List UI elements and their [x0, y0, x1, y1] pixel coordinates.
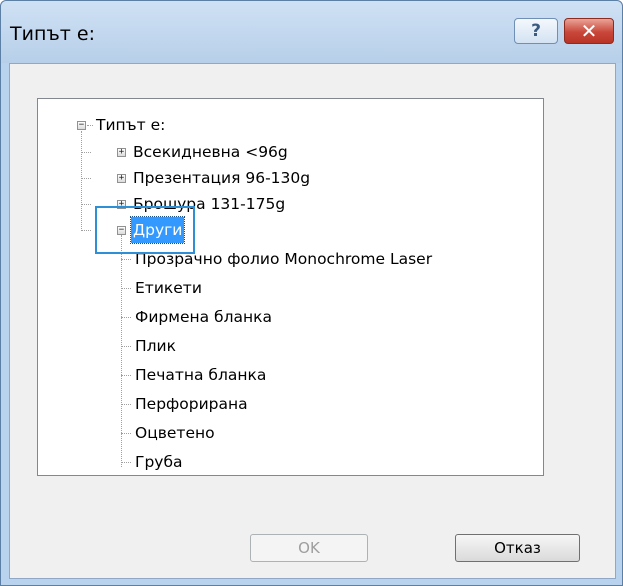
tree-child-label: Етикети — [135, 279, 202, 297]
tree-child-item[interactable]: Етикети — [133, 275, 204, 301]
tree-item-label: Презентация 96-130g — [133, 169, 311, 187]
paper-type-tree[interactable]: − Типът е: + Всекидневна <96g + Презента… — [37, 98, 544, 476]
expand-icon[interactable]: + — [117, 174, 126, 183]
dialog-client-area: − Типът е: + Всекидневна <96g + Презента… — [9, 63, 616, 579]
tree-line — [81, 131, 82, 231]
highlight-callout — [95, 206, 195, 254]
tree-line — [121, 433, 131, 434]
tree-line — [121, 404, 131, 405]
tree-root[interactable]: Типът е: — [94, 112, 167, 138]
tree-child-item[interactable]: Печатна бланка — [133, 362, 268, 388]
tree-child-item[interactable]: Плик — [133, 333, 178, 359]
tree-child-label: Перфорирана — [135, 395, 248, 413]
tree-root-label: Типът е: — [96, 116, 166, 134]
tree-line — [121, 346, 131, 347]
cancel-button-label: Отказ — [494, 539, 541, 557]
title-bar[interactable]: Типът е: ? ✕ — [1, 1, 622, 63]
tree-line — [121, 317, 131, 318]
tree-item-label: Всекидневна <96g — [133, 143, 288, 161]
tree-line — [121, 375, 131, 376]
tree-child-label: Фирмена бланка — [135, 308, 273, 326]
close-button[interactable]: ✕ — [564, 18, 614, 44]
ok-button[interactable]: OK — [250, 534, 368, 562]
tree-child-item[interactable]: Груба — [133, 449, 185, 475]
tree-child-label: Плик — [135, 337, 176, 355]
tree-child-item[interactable]: Перфорирана — [133, 391, 250, 417]
help-button[interactable]: ? — [514, 18, 558, 44]
tree-child-label: Оцветено — [135, 424, 215, 442]
tree-line — [87, 125, 93, 126]
window-title: Типът е: — [10, 23, 95, 45]
tree-child-label: Груба — [135, 453, 183, 471]
tree-line — [81, 230, 91, 231]
tree-line — [121, 462, 131, 463]
tree-child-label: Печатна бланка — [135, 366, 267, 384]
question-mark-icon: ? — [531, 21, 541, 41]
dialog-window: Типът е: ? ✕ − Типът е: + Всекидневна <9… — [0, 0, 623, 586]
expand-icon[interactable]: + — [117, 148, 126, 157]
tree-child-item[interactable]: Фирмена бланка — [133, 304, 274, 330]
tree-line — [121, 288, 131, 289]
cancel-button[interactable]: Отказ — [455, 534, 580, 562]
tree-item-daily[interactable]: Всекидневна <96g — [131, 139, 290, 165]
collapse-icon[interactable]: − — [77, 121, 86, 130]
close-icon: ✕ — [580, 19, 598, 43]
tree-line — [121, 259, 131, 260]
tree-line — [81, 152, 91, 153]
tree-item-presentation[interactable]: Презентация 96-130g — [131, 165, 312, 191]
tree-line — [81, 178, 91, 179]
tree-child-item[interactable]: Оцветено — [133, 420, 217, 446]
ok-button-label: OK — [298, 539, 320, 557]
tree-line — [81, 204, 91, 205]
